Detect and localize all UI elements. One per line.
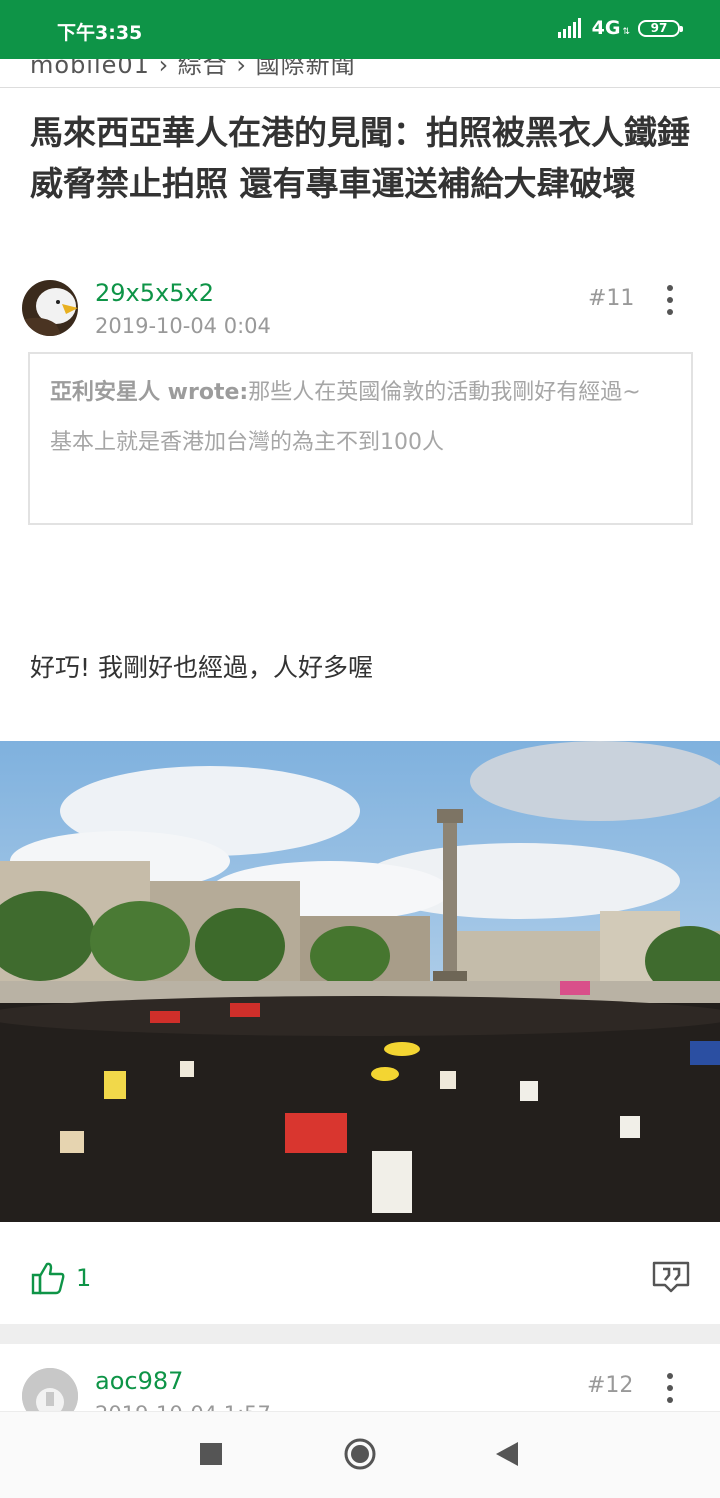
- post-number[interactable]: #11: [588, 286, 634, 311]
- square-icon[interactable]: [200, 1443, 222, 1465]
- breadcrumb[interactable]: mobile01 › 綜合 › 國際新聞: [0, 59, 720, 88]
- status-bar: 下午3:35 4G ⇅ 97: [0, 0, 720, 59]
- battery-level: 97: [650, 21, 668, 35]
- post-author[interactable]: 29x5x5x2: [95, 279, 214, 307]
- quote-block: 亞利安星人 wrote:那些人在英國倫敦的活動我剛好有經過~ 基本上就是香港加台…: [28, 352, 693, 525]
- circle-icon[interactable]: [343, 1437, 377, 1471]
- post-number[interactable]: #12: [587, 1373, 633, 1398]
- system-nav-bar: [0, 1411, 720, 1498]
- status-time: 下午3:35: [57, 22, 143, 44]
- reply-text: 好巧! 我剛好也經過，人好多喔: [30, 653, 373, 682]
- triangle-back-icon[interactable]: [496, 1442, 518, 1466]
- signal-icon: [557, 18, 581, 38]
- avatar[interactable]: [22, 280, 78, 336]
- crowd-photo-image: [0, 741, 720, 1222]
- thread-title: 馬來西亞華人在港的見聞：拍照被黑衣人鐵錘威脅禁止拍照 還有專車運送補給大肆破壞: [30, 113, 690, 203]
- network-type: 4G: [591, 17, 621, 39]
- status-indicators: 4G ⇅ 97: [557, 17, 683, 39]
- more-vertical-icon[interactable]: [660, 285, 680, 315]
- eagle-avatar-icon: [22, 280, 78, 336]
- like-count: 1: [76, 1264, 92, 1292]
- post-date: 2019-10-04 0:04: [95, 314, 271, 338]
- quote-text-line1: 那些人在英國倫敦的活動我剛好有經過~: [248, 380, 641, 405]
- battery-icon: 97: [638, 19, 683, 37]
- quote-text-line2: 基本上就是香港加台灣的為主不到100人: [50, 430, 444, 455]
- more-vertical-icon[interactable]: [660, 1373, 680, 1403]
- quote-author[interactable]: 亞利安星人 wrote:: [50, 380, 248, 405]
- data-arrows-icon: ⇅: [622, 27, 630, 37]
- quote-icon[interactable]: [651, 1257, 691, 1293]
- post-separator: [0, 1324, 720, 1344]
- breadcrumb-text[interactable]: mobile01 › 綜合 › 國際新聞: [30, 59, 356, 80]
- thumbs-up-icon[interactable]: [30, 1260, 66, 1296]
- post-author[interactable]: aoc987: [95, 1367, 183, 1395]
- post-photo[interactable]: [0, 741, 720, 1222]
